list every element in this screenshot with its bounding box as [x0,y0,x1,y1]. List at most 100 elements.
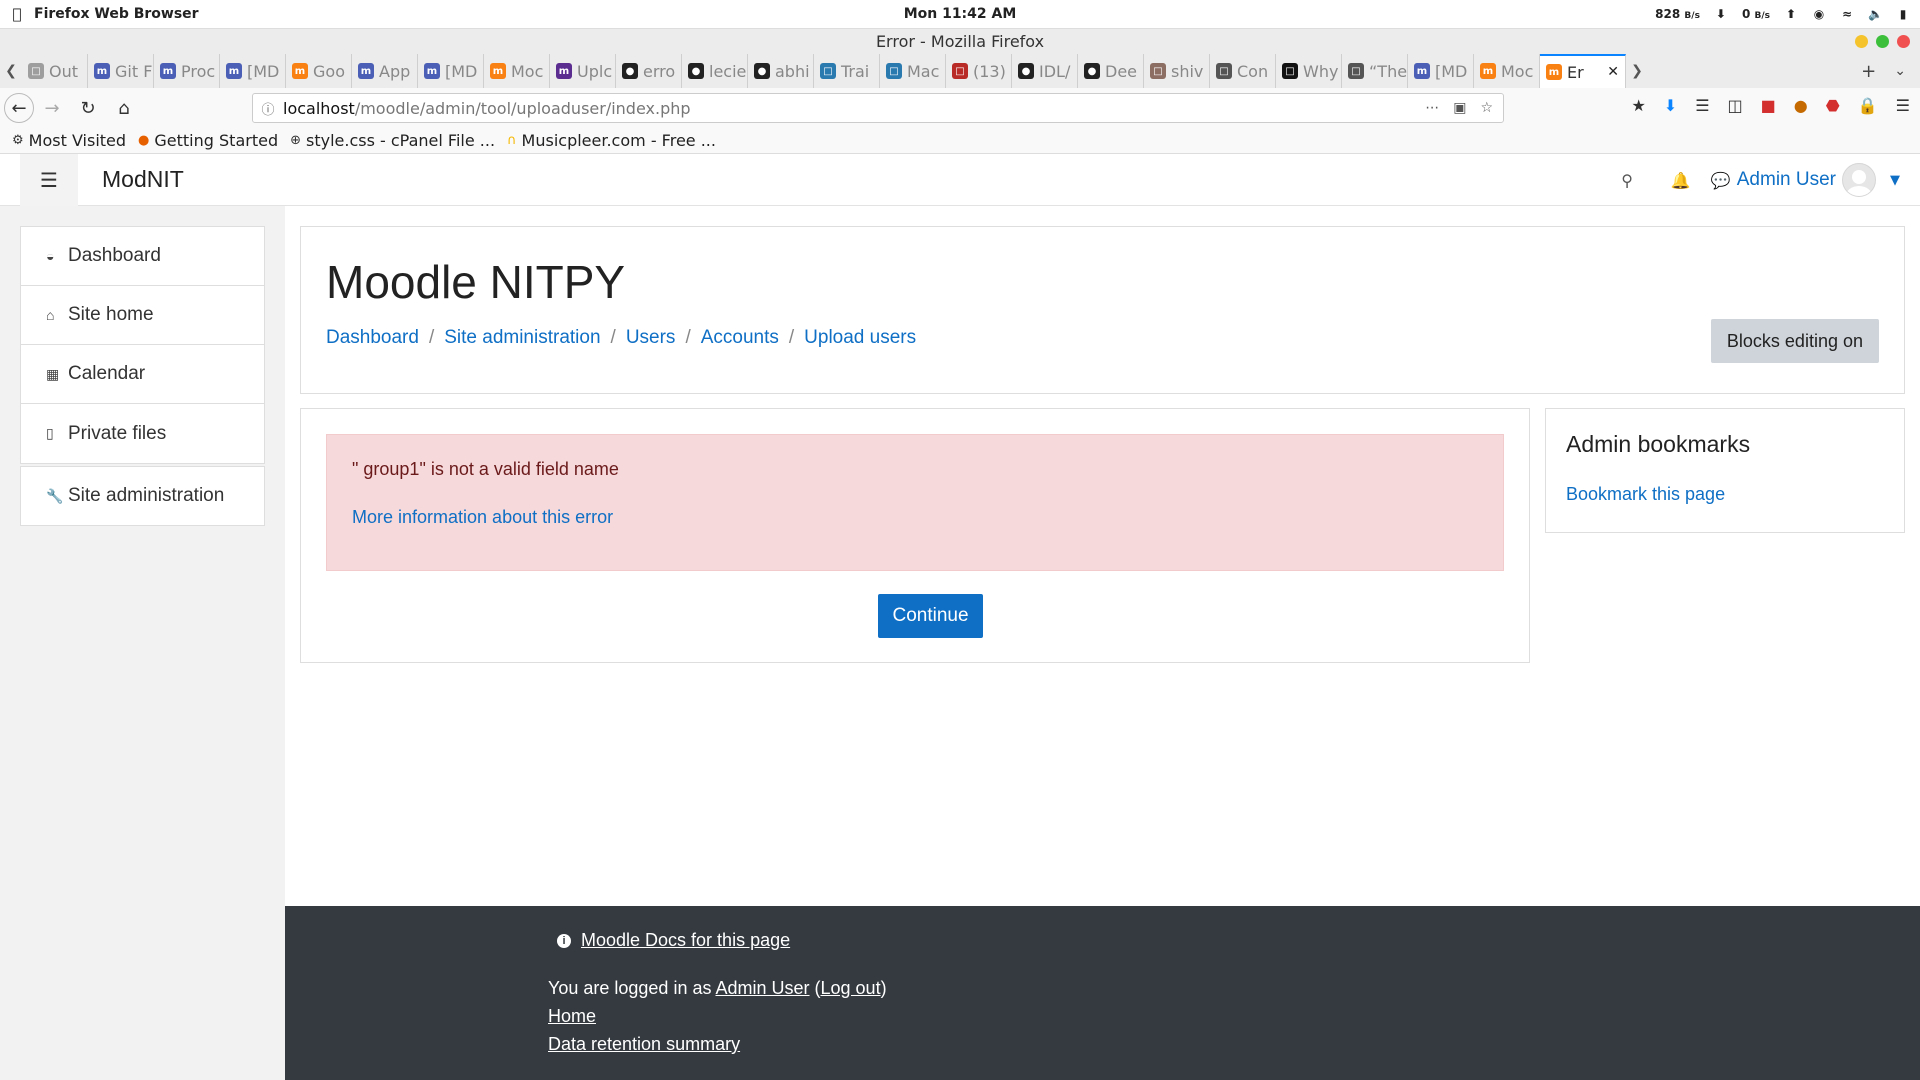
adblock-icon[interactable]: ⬣ [1826,96,1840,115]
tab-scroll-right-icon[interactable]: ❯ [1626,54,1648,88]
tab-label: Trai [841,61,870,81]
site-name[interactable]: ModNIT [102,166,184,193]
bookmark-item[interactable]: ● Getting Started [138,131,278,150]
sidebar-item-site-administration[interactable]: 🔧 Site administration [21,467,264,525]
site-info-icon[interactable]: ⓘ [253,99,283,118]
tab-15[interactable]: ● IDL/ [1012,54,1078,88]
bookmark-item[interactable]: ⊕ style.css - cPanel File ... [290,131,495,150]
tab-0[interactable]: □ Out [22,54,88,88]
tab-19[interactable]: □ Why [1276,54,1342,88]
tab-label: erro [643,61,676,81]
home-icon[interactable]: ⌂ [106,92,142,124]
forward-icon[interactable]: → [34,92,70,124]
record-icon[interactable]: ◉ [1812,8,1826,20]
bookmark-item[interactable]: ⚙ Most Visited [12,131,126,150]
image-icon: □ [1150,63,1166,79]
volume-icon[interactable]: 🔈 [1868,8,1883,20]
bell-icon[interactable]: 🔔 [1671,171,1691,190]
sidebar-item-private-files[interactable]: ▯ Private files [21,404,264,463]
sidebar-item-dashboard[interactable]: ◒ Dashboard [21,227,264,286]
bookmark-item[interactable]: ∩ Musicpleer.com - Free ... [507,131,716,150]
tab-list: □ Out m Git Fm Proc m [MD m Goo m App m [MD m Moc m Uplc… [22,54,1626,88]
os-app-name[interactable]: Firefox Web Browser [34,6,199,22]
sidebar-item-site-home[interactable]: ⌂ Site home [21,286,264,345]
pocket-icon[interactable]: ▣ [1453,100,1466,116]
tab-2[interactable]: m Proc [154,54,220,88]
tab-1[interactable]: m Git F [88,54,154,88]
reload-icon[interactable]: ↻ [70,92,106,124]
minimize-button[interactable] [1855,35,1868,48]
breadcrumb-item[interactable]: Dashboard [326,327,419,349]
tab-3[interactable]: m [MD [220,54,286,88]
moodle-docs-link[interactable]: Moodle Docs for this page [581,930,790,951]
tab-scroll-left-icon[interactable]: ❮ [0,54,22,88]
tab-18[interactable]: □ Con [1210,54,1276,88]
star-icon[interactable]: ☆ [1480,100,1493,116]
tab-22[interactable]: m Moc [1474,54,1540,88]
extension-red-icon[interactable]: ■ [1761,96,1776,115]
tab-21[interactable]: m [MD [1408,54,1474,88]
close-window-button[interactable] [1897,35,1910,48]
apple-menu-icon[interactable]:  [0,5,34,23]
tab-5[interactable]: m App [352,54,418,88]
menu-icon[interactable]: ☰ [1896,96,1910,115]
breadcrumb-item[interactable]: Site administration [444,327,600,349]
new-tab-icon[interactable]: + [1861,61,1876,82]
extension-monkey-icon[interactable]: ● [1794,96,1808,115]
tab-list-dropdown-icon[interactable]: ⌄ [1894,63,1906,79]
sidebar-item-calendar[interactable]: ▦ Calendar [21,345,264,404]
library-icon[interactable]: ☰ [1695,96,1709,115]
blocks-editing-button[interactable]: Blocks editing on [1710,319,1879,363]
breadcrumb-item[interactable]: Users [626,327,676,349]
logout-link[interactable]: Log out [821,978,881,998]
breadcrumb-item[interactable]: Upload users [804,327,916,349]
data-retention-link[interactable]: Data retention summary [548,1034,740,1055]
user-name[interactable]: Admin User [1737,169,1836,191]
downloads-icon[interactable]: ⬇ [1664,96,1677,115]
lock-extension-icon[interactable]: 🔒 [1858,96,1878,115]
search-icon[interactable]: ⚲ [1621,171,1633,190]
bookmark-manager-icon[interactable]: ★ [1631,96,1645,115]
tab-14[interactable]: □ (13) [946,54,1012,88]
back-icon[interactable]: ← [4,93,34,123]
tab-13[interactable]: □ Mac [880,54,946,88]
tab-7[interactable]: m Moc [484,54,550,88]
nav-main-block: ◒ Dashboard ⌂ Site home ▦ Calendar ▯ Private fi… [20,226,265,464]
tab-9[interactable]: ● erro [616,54,682,88]
user-menu[interactable]: 💬 Admin User ▼ [1711,163,1900,197]
tab-8[interactable]: m Uplc [550,54,616,88]
page-actions-icon[interactable]: ⋯ [1425,100,1439,116]
tab-label: Mac [907,61,940,81]
tab-23[interactable]: m Er ✕ [1540,54,1626,88]
continue-button[interactable]: Continue [878,594,983,638]
maximize-button[interactable] [1876,35,1889,48]
tab-6[interactable]: m [MD [418,54,484,88]
page-title: Moodle NITPY [326,256,626,308]
close-tab-icon[interactable]: ✕ [1607,64,1619,80]
drawer-toggle-button[interactable]: ☰ [20,154,78,206]
battery-icon[interactable]: ▮ [1896,8,1910,20]
tab-label: “The [1369,61,1408,81]
more-info-link[interactable]: More information about this error [352,507,613,528]
logged-user-link[interactable]: Admin User [715,978,809,998]
tab-17[interactable]: □ shiv [1144,54,1210,88]
avatar[interactable] [1842,163,1876,197]
tab-label: shiv [1171,61,1204,81]
wifi-icon[interactable]: ≈ [1840,8,1854,20]
bookmark-this-page-link[interactable]: Bookmark this page [1566,484,1725,505]
tab-20[interactable]: □ “The [1342,54,1408,88]
url-bar[interactable]: ⓘ localhost/moodle/admin/tool/uploaduser… [252,93,1504,123]
os-clock[interactable]: Mon 11:42 AM [0,6,1920,22]
sidebar-icon[interactable]: ◫ [1728,96,1743,115]
tab-11[interactable]: ● abhi [748,54,814,88]
tab-16[interactable]: ● Dee [1078,54,1144,88]
tab-4[interactable]: m Goo [286,54,352,88]
breadcrumb-item[interactable]: Accounts [701,327,779,349]
chevron-down-icon[interactable]: ▼ [1890,173,1900,188]
message-icon[interactable]: 💬 [1711,171,1731,190]
tab-12[interactable]: □ Trai [814,54,880,88]
footer-home-link[interactable]: Home [548,1006,596,1027]
download-arrow-icon: ⬇ [1715,7,1726,21]
tab-10[interactable]: ● lecie [682,54,748,88]
tab-label: lecie [709,61,747,81]
